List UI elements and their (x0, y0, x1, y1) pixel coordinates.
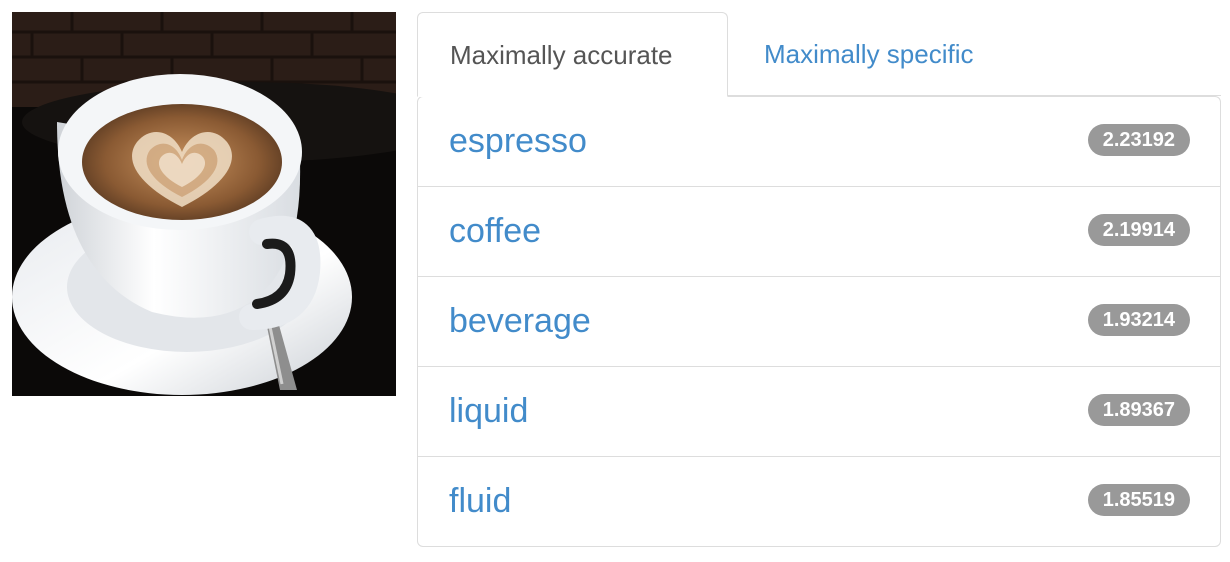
list-item[interactable]: coffee 2.19914 (418, 187, 1220, 277)
coffee-photo (12, 12, 396, 396)
list-item[interactable]: beverage 1.93214 (418, 277, 1220, 367)
score-badge: 1.93214 (1087, 304, 1190, 336)
result-label[interactable]: fluid (449, 457, 511, 545)
result-label[interactable]: espresso (449, 97, 587, 185)
score-badge: 1.85519 (1087, 484, 1190, 516)
list-item[interactable]: fluid 1.85519 (418, 457, 1220, 546)
tab-maximally-accurate[interactable]: Maximally accurate (417, 12, 728, 97)
tab-maximally-specific[interactable]: Maximally specific (764, 12, 974, 96)
result-label[interactable]: coffee (449, 187, 541, 275)
score-badge: 2.23192 (1087, 124, 1190, 156)
result-label[interactable]: liquid (449, 367, 528, 455)
score-badge: 2.19914 (1087, 214, 1190, 246)
results-list: espresso 2.23192 coffee 2.19914 beverage… (417, 96, 1221, 547)
result-mode-tabs: Maximally accurate Maximally specific (417, 12, 1221, 97)
list-item[interactable]: liquid 1.89367 (418, 367, 1220, 457)
list-item[interactable]: espresso 2.23192 (418, 97, 1220, 187)
coffee-cup-illustration (12, 12, 396, 396)
result-label[interactable]: beverage (449, 277, 591, 365)
score-badge: 1.89367 (1087, 394, 1190, 426)
